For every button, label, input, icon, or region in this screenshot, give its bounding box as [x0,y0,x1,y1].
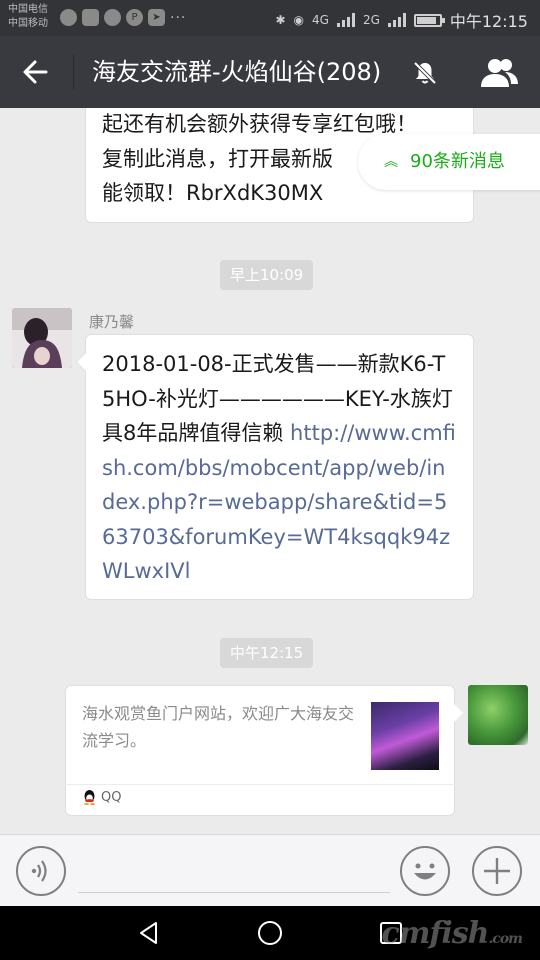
bluetooth-icon: ✱ [275,13,286,27]
gallery-notification-icon [82,9,99,26]
chat-area[interactable]: 起还有机会额外获得专享红包哦！ 复制此消息，打开最新版 能领取！RbrXdK30… [0,108,540,834]
back-arrow-icon[interactable] [18,54,54,90]
chat-notification-icon [104,9,121,26]
send-notification-icon: ➤ [148,9,165,26]
card-source-label: QQ [101,789,122,805]
network-2g-label: 2G [362,13,380,27]
plus-icon [484,858,510,884]
emoji-button[interactable] [400,846,450,896]
signal-2-icon [387,13,406,27]
header-divider [73,54,74,90]
more-actions-button[interactable] [472,846,522,896]
share-card[interactable]: 海水观赏鱼门户网站，欢迎广大海友交流学习。 QQ [65,685,463,816]
watermark-text: cmfish [381,916,489,951]
p-notification-icon: P [126,9,143,26]
signal-1-icon [336,13,355,27]
double-chevron-up-icon: ︽ [384,154,398,170]
system-icons: ✱ ◉ 4G 2G 中午12:15 [275,8,528,32]
status-bar: 中国电信 中国移动 P ➤ ··· ✱ ◉ 4G 2G 中午12:15 [0,0,540,36]
card-divider [67,784,453,785]
avatar[interactable] [12,308,72,368]
chat-title: 海友交流群-火焰仙谷(208) [92,58,382,86]
bubble-tail [454,704,463,722]
new-messages-label: 90条新消息 [410,151,505,172]
nav-home-icon[interactable] [257,920,283,946]
timestamp: 早上10:09 [220,260,314,290]
card-description: 海水观赏鱼门户网站，欢迎广大海友交流学习。 [82,704,355,750]
chat-header: 海友交流群-火焰仙谷(208) [0,36,540,108]
more-notifications-icon: ··· [170,9,187,26]
nav-back-icon[interactable] [136,920,162,946]
watermark: cmfish.com [381,916,523,951]
avatar-photo-icon [12,308,72,368]
card-thumbnail [371,702,439,770]
mute-bell-icon [413,61,437,85]
message-input[interactable] [78,849,390,893]
message-bubble[interactable]: 2018-01-08-正式发售——新款K6-T5HO-补光灯——————KEY-… [76,334,474,600]
qq-penguin-icon [84,790,95,805]
system-nav-bar: cmfish.com [0,906,540,960]
message-text: 2018-01-08-正式发售——新款K6-T5HO-补光灯——————KEY-… [102,347,457,589]
carrier-2: 中国移动 [8,18,48,29]
smiley-icon [414,863,436,880]
sender-name: 康乃馨 [89,313,135,331]
group-members-icon[interactable] [478,56,520,88]
battery-level [416,16,436,24]
bubble-tail [76,352,86,372]
message-link[interactable]: http://www.cmfish.com/bbs/mobcent/app/we… [102,421,456,583]
watermark-suffix: .com [488,931,523,947]
carrier-info: 中国电信 中国移动 [8,3,48,31]
card-source: QQ [83,789,121,805]
timestamp: 中午12:15 [220,638,314,668]
eye-icon: ◉ [293,13,304,27]
status-time: 中午12:15 [449,12,528,31]
voice-input-button[interactable] [16,846,66,896]
notification-icons: P ➤ ··· [60,9,186,26]
app-notification-icon [60,9,77,26]
my-avatar[interactable] [468,685,528,745]
new-messages-button[interactable]: ︽ 90条新消息 [358,134,540,190]
battery-icon [413,13,445,27]
network-4g-label: 4G [312,13,329,27]
carrier-1: 中国电信 [8,4,48,15]
input-bar [0,834,540,906]
voice-icon [31,860,47,882]
